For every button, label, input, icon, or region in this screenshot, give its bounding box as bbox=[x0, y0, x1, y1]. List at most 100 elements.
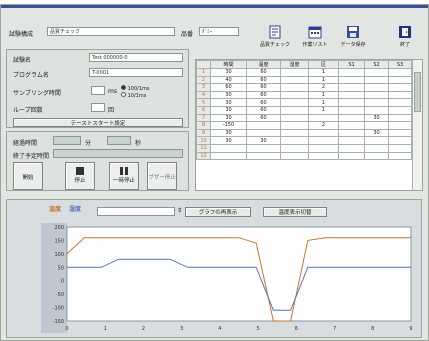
table-cell[interactable]: 30 bbox=[210, 90, 247, 100]
table-cell[interactable] bbox=[388, 98, 412, 107]
table-cell[interactable] bbox=[280, 75, 309, 85]
spin-arrows-icon[interactable]: ⇕ bbox=[177, 207, 182, 214]
buzzer-stop-button[interactable]: ブザー停止 bbox=[147, 162, 177, 190]
table-cell[interactable] bbox=[364, 83, 389, 92]
table-row[interactable]: 8 -150 2 bbox=[196, 121, 412, 130]
table-cell[interactable] bbox=[338, 143, 365, 153]
table-cell[interactable] bbox=[388, 68, 412, 77]
table-cell[interactable] bbox=[338, 121, 365, 130]
table-cell[interactable]: 1 bbox=[308, 98, 339, 107]
table-cell[interactable] bbox=[364, 121, 389, 130]
table-cell[interactable] bbox=[308, 113, 339, 123]
table-row[interactable]: 9 30 30 bbox=[196, 128, 412, 138]
table-row[interactable]: 11 bbox=[196, 143, 412, 153]
table-cell[interactable]: 30 bbox=[210, 68, 247, 77]
table-cell[interactable] bbox=[338, 128, 365, 138]
table-cell[interactable]: 60 bbox=[246, 68, 281, 77]
table-cell[interactable] bbox=[280, 121, 309, 130]
table-cell[interactable] bbox=[388, 136, 412, 145]
table-cell[interactable] bbox=[388, 90, 412, 100]
exit-button[interactable]: 終了 bbox=[387, 25, 423, 59]
table-cell[interactable] bbox=[364, 90, 389, 100]
table-cell[interactable]: 30 bbox=[364, 113, 389, 123]
table-cell[interactable] bbox=[338, 136, 365, 145]
loop-count-field[interactable] bbox=[91, 103, 105, 112]
table-cell[interactable]: 60 bbox=[210, 83, 247, 92]
table-cell[interactable] bbox=[388, 121, 412, 130]
test-start-setup-button[interactable]: テーストスタート設定 bbox=[13, 118, 183, 127]
table-cell[interactable]: 30 bbox=[210, 136, 247, 145]
table-cell[interactable]: -150 bbox=[210, 121, 247, 130]
table-cell[interactable] bbox=[338, 75, 365, 85]
sampling-time-field[interactable] bbox=[91, 86, 105, 95]
table-cell[interactable]: 60 bbox=[246, 83, 281, 92]
table-cell[interactable] bbox=[388, 75, 412, 85]
table-cell[interactable] bbox=[338, 68, 365, 77]
table-cell[interactable] bbox=[364, 75, 389, 85]
table-cell[interactable] bbox=[210, 151, 247, 161]
scrollbar-thumb[interactable] bbox=[414, 72, 421, 112]
table-cell[interactable] bbox=[280, 113, 309, 123]
table-row[interactable]: 4 30 60 1 bbox=[196, 90, 412, 100]
table-cell[interactable]: 40 bbox=[210, 75, 247, 85]
table-row[interactable]: 6 30 60 1 bbox=[196, 105, 412, 115]
table-cell[interactable] bbox=[364, 151, 389, 161]
table-cell[interactable]: 30 bbox=[210, 98, 247, 107]
table-scrollbar[interactable] bbox=[412, 60, 422, 190]
table-cell[interactable] bbox=[308, 128, 339, 138]
sampling-option-b[interactable]: 10/1ms bbox=[121, 92, 146, 99]
table-cell[interactable] bbox=[280, 143, 309, 153]
table-cell[interactable] bbox=[364, 105, 389, 115]
table-row[interactable]: 10 30 30 bbox=[196, 136, 412, 145]
table-cell[interactable] bbox=[338, 151, 365, 161]
table-cell[interactable]: 30 bbox=[246, 136, 281, 145]
redraw-graph-button[interactable]: グラフの再表示 bbox=[185, 207, 251, 217]
sampling-option-a[interactable]: 100/1ms bbox=[121, 85, 149, 92]
table-row[interactable]: 3 60 60 2 bbox=[196, 83, 412, 92]
table-cell[interactable] bbox=[280, 68, 309, 77]
table-cell[interactable] bbox=[280, 136, 309, 145]
table-cell[interactable]: 60 bbox=[246, 113, 281, 123]
data-save-button[interactable]: データ保存 bbox=[335, 25, 371, 59]
table-cell[interactable] bbox=[308, 151, 339, 161]
table-cell[interactable] bbox=[280, 151, 309, 161]
table-cell[interactable] bbox=[210, 143, 247, 153]
table-cell[interactable] bbox=[388, 143, 412, 153]
table-cell[interactable] bbox=[388, 113, 412, 123]
table-cell[interactable] bbox=[364, 98, 389, 107]
stop-button[interactable]: 停止 bbox=[65, 162, 95, 190]
quality-check-button[interactable]: 品質チェック bbox=[257, 25, 293, 59]
table-cell[interactable]: 1 bbox=[308, 68, 339, 77]
table-cell[interactable]: 60 bbox=[246, 75, 281, 85]
table-cell[interactable] bbox=[280, 90, 309, 100]
table-cell[interactable] bbox=[280, 98, 309, 107]
table-cell[interactable] bbox=[364, 143, 389, 153]
table-cell[interactable]: 60 bbox=[246, 105, 281, 115]
table-cell[interactable] bbox=[246, 151, 281, 161]
table-row[interactable]: 2 40 60 1 bbox=[196, 75, 412, 85]
table-cell[interactable] bbox=[280, 128, 309, 138]
table-cell[interactable]: 1 bbox=[308, 75, 339, 85]
table-cell[interactable] bbox=[388, 128, 412, 138]
table-cell[interactable]: 30 bbox=[364, 128, 389, 138]
table-cell[interactable]: 30 bbox=[210, 105, 247, 115]
table-cell[interactable]: 2 bbox=[308, 121, 339, 130]
table-cell[interactable] bbox=[338, 113, 365, 123]
table-cell[interactable] bbox=[246, 121, 281, 130]
program-table[interactable]: 時間 温度 湿度区 S1 S2 S3 1 30 60 1 2 40 60 1 3 60 60 2 4 30 60 1 5 3… bbox=[196, 60, 412, 161]
chart-select-field[interactable] bbox=[97, 207, 175, 216]
temp-display-toggle-button[interactable]: 温度表示切替 bbox=[263, 207, 327, 217]
table-row[interactable]: 12 bbox=[196, 151, 412, 161]
table-cell[interactable]: 2 bbox=[308, 83, 339, 92]
table-cell[interactable] bbox=[246, 143, 281, 153]
table-cell[interactable] bbox=[388, 83, 412, 92]
table-cell[interactable]: 30 bbox=[210, 128, 247, 138]
table-cell[interactable]: 1 bbox=[308, 90, 339, 100]
table-row[interactable]: 1 30 60 1 bbox=[196, 68, 412, 77]
test-name-field[interactable]: Test 000000-0 bbox=[89, 53, 183, 62]
table-cell[interactable] bbox=[246, 128, 281, 138]
table-cell[interactable] bbox=[364, 68, 389, 77]
test-config-field[interactable]: 品質チェック bbox=[47, 27, 175, 36]
table-cell[interactable] bbox=[280, 105, 309, 115]
work-list-button[interactable]: 作業リスト bbox=[297, 25, 333, 59]
